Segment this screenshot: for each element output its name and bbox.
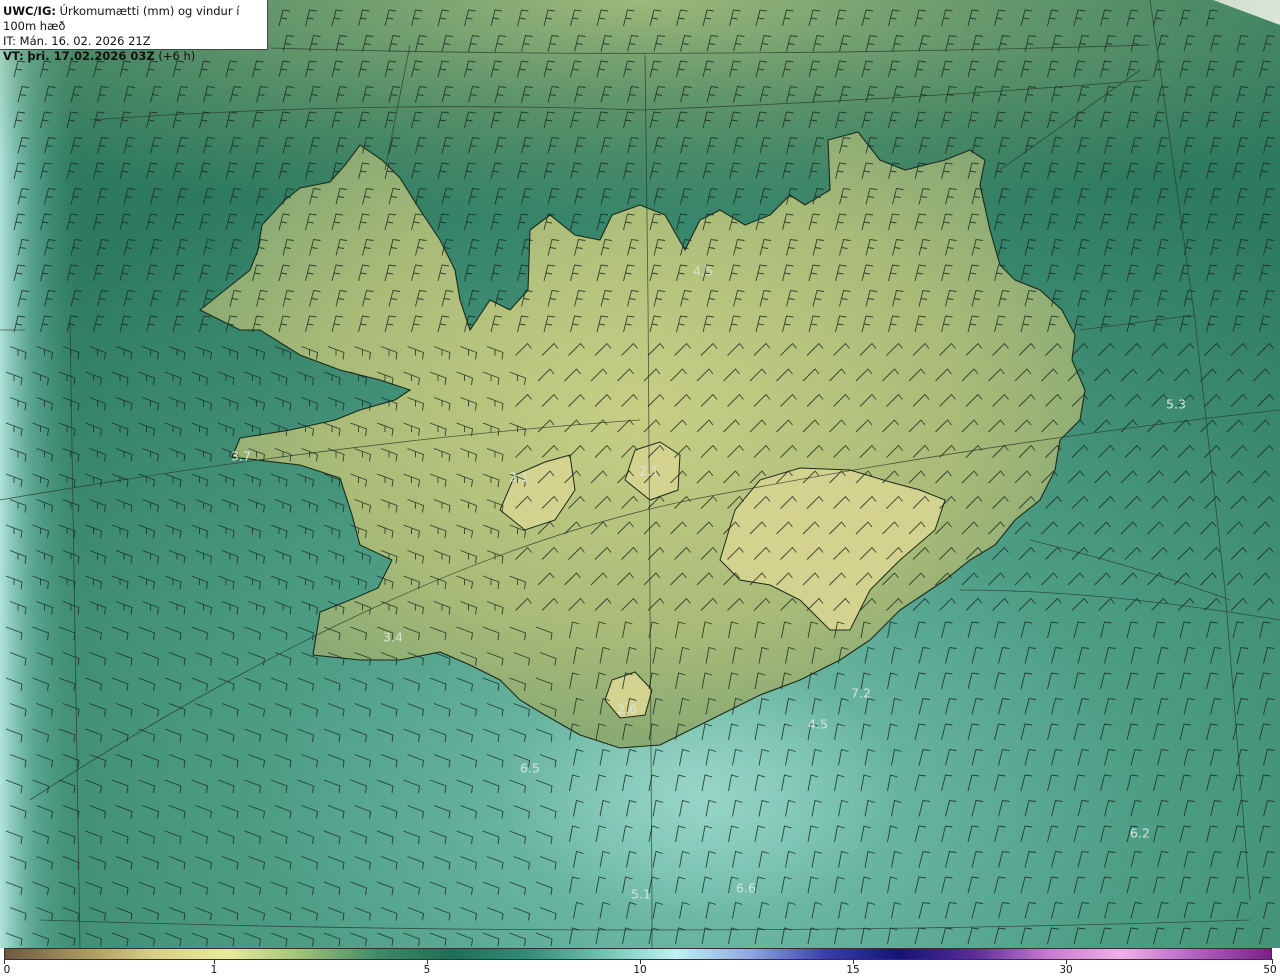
init-time: IT: Mán. 16. 02. 2026 21Z xyxy=(3,34,151,48)
forecast-map: 5.3 4.5 3.7 2.1 2.1 3.4 7.2 2.6 4.5 6.5 6.2 6.6 5.1 … xyxy=(0,0,1280,948)
valid-prefix: VT: xyxy=(3,49,24,63)
precip-value-label: 3.7 xyxy=(231,448,251,464)
model-name: UWC/IG: xyxy=(3,4,56,18)
precip-value-label: 5.1 xyxy=(631,886,651,902)
colorbar-tick-label: 5 xyxy=(423,964,431,976)
colorbar-gradient xyxy=(4,948,1272,960)
colorbar-tick-label: 30 xyxy=(1059,964,1073,976)
precip-value-label: 2.1 xyxy=(509,469,529,485)
colorbar-tick-label: 1 xyxy=(210,964,218,976)
precip-value-label: 6.2 xyxy=(1130,825,1150,841)
precip-value-label: 4.5 xyxy=(693,263,713,279)
valid-time-line: VT: þri. 17.02.2026 03Z (+6 h) xyxy=(3,49,267,64)
precip-value-label: 2.1 xyxy=(639,463,659,479)
precip-value-label: 2.6 xyxy=(617,701,637,717)
precip-value-label: 6.5 xyxy=(520,760,540,776)
precip-value-label: 4.5 xyxy=(808,716,828,732)
map-title-box: UWC/IG: Úrkomumætti (mm) og vindur í 100… xyxy=(0,0,268,63)
lead-time: (+6 h) xyxy=(158,49,196,63)
valid-time: þri. 17.02.2026 03Z xyxy=(27,49,155,63)
colorbar: 0 1 5 10 15 30 50 xyxy=(0,948,1280,978)
colorbar-tick-label: 10 xyxy=(633,964,647,976)
colorbar-tick-label: 0 xyxy=(3,964,11,976)
colorbar-tick-label: 50 xyxy=(1263,964,1277,976)
precip-value-label: 6.6 xyxy=(736,880,756,896)
precip-value-label: 3.4 xyxy=(383,629,403,645)
colorbar-tick-label: 15 xyxy=(846,964,860,976)
title-line: UWC/IG: Úrkomumætti (mm) og vindur í 100… xyxy=(3,4,267,34)
precip-value-label: 5.3 xyxy=(1166,396,1186,412)
precip-value-label: 7.2 xyxy=(851,685,871,701)
